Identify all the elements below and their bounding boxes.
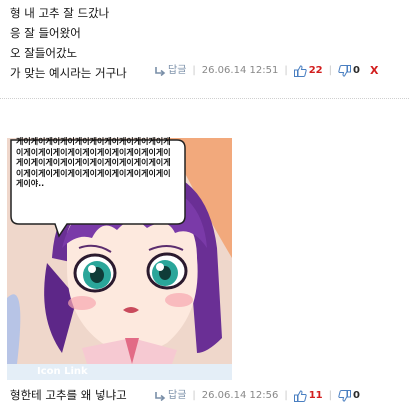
reply-arrow-icon (155, 392, 166, 401)
thumbs-down-icon (338, 65, 351, 77)
comment-date: 26.06.14 12:56 (201, 390, 279, 401)
upvote-button[interactable]: 22 (293, 64, 323, 78)
comment-line: 형 내 고추 잘 드갔나 (10, 6, 110, 20)
comment-line: 오 잘들어갔노 (10, 46, 78, 60)
comment-date: 26.06.14 12:51 (201, 65, 279, 76)
separator: | (192, 390, 196, 401)
separator: | (284, 65, 288, 76)
comment-divider (0, 98, 409, 99)
comment-meta: 답글 | 26.06.14 12:51 | 22 | 0 X (154, 64, 378, 78)
speech-bubble-text: 게이게이게이게이게이게이게이게이게이게이게이게이게이게이게이게이게이게이게이게이… (16, 137, 171, 189)
reply-label: 답글 (168, 65, 187, 76)
comment-line: 가 맞는 예시라는 거구나 (10, 66, 127, 80)
comment-meta: 답글 | 26.06.14 12:56 | 11 | 0 (154, 389, 360, 403)
downvote-button[interactable]: 0 (338, 389, 360, 403)
upvote-button[interactable]: 11 (293, 389, 323, 403)
reply-button[interactable]: 답글 (154, 389, 186, 403)
comment-text: 형 내 고추 잘 드갔나 응 잘 들어왔어 오 잘들어갔노 가 맞는 예시라는 … (10, 3, 127, 83)
icon-link-bar[interactable]: Icon Link (7, 364, 232, 380)
upvote-count: 22 (308, 65, 323, 76)
downvote-count: 0 (352, 390, 360, 401)
downvote-button[interactable]: 0 (338, 64, 360, 78)
separator: | (284, 390, 288, 401)
separator: | (328, 390, 332, 401)
icon-link-label: Icon Link (37, 366, 88, 377)
reply-label: 답글 (168, 390, 187, 401)
comment-text: 형한테 고추를 왜 넣냐고 (10, 380, 127, 410)
thumbs-up-icon (293, 390, 307, 402)
reply-arrow-icon (155, 67, 166, 76)
upvote-count: 11 (308, 390, 323, 401)
thumbs-up-icon (293, 65, 307, 77)
separator: | (192, 65, 196, 76)
delete-button[interactable]: X (370, 64, 378, 78)
comment-line: 응 잘 들어왔어 (10, 26, 81, 40)
downvote-count: 0 (352, 65, 360, 76)
comment-line: 형한테 고추를 왜 넣냐고 (10, 388, 127, 402)
reply-button[interactable]: 답글 (154, 64, 186, 78)
thumbs-down-icon (338, 390, 351, 402)
separator: | (328, 65, 332, 76)
